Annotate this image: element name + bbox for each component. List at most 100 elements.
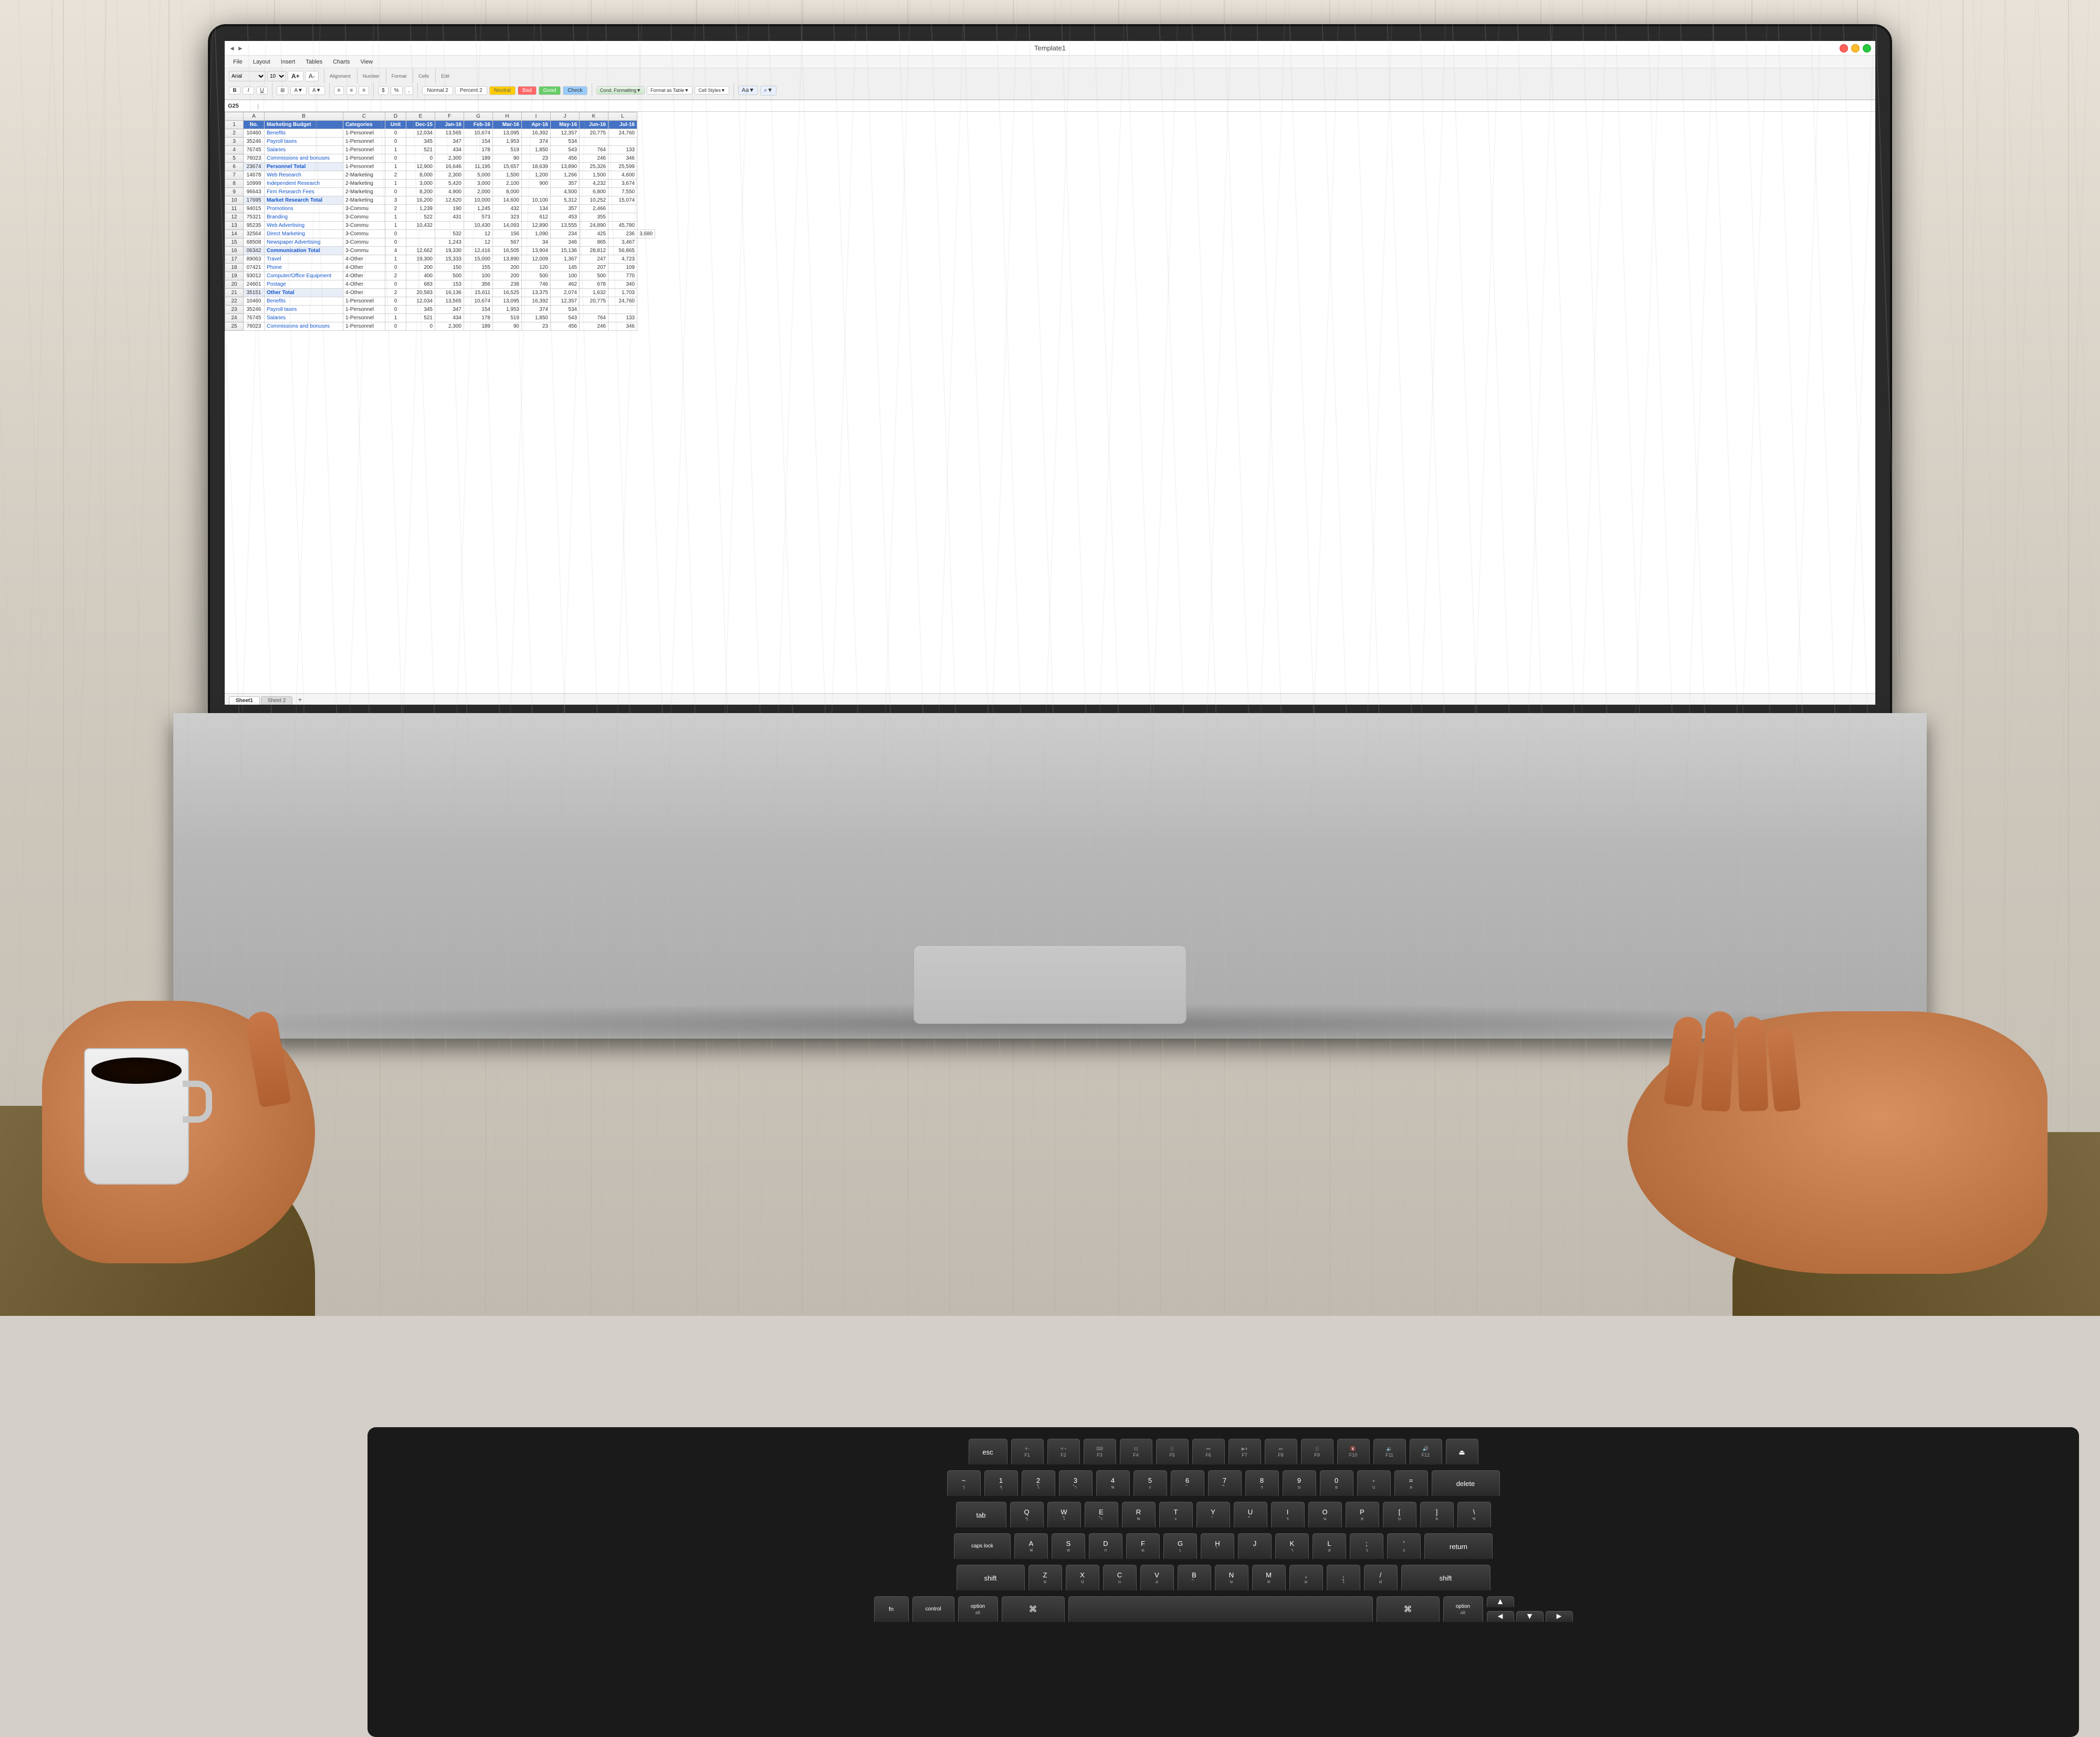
key-x[interactable]: Xป [1066,1565,1099,1592]
row-6-num: 6 [225,163,244,171]
key-g[interactable]: Gเ [1163,1533,1197,1561]
col-j-header: J [551,112,580,121]
col-d-header: D [385,112,406,121]
key-v[interactable]: Vอ [1140,1565,1174,1592]
key-cmd-right[interactable]: ⌘ [1377,1596,1440,1624]
zxcv-row: shift Zผ Xป Cแ Vอ Bิ Nษ Mท ,ม .ใ /ฝ shif… [382,1565,2064,1592]
key-slash[interactable]: /ฝ [1364,1565,1398,1592]
key-f6[interactable]: ⏮F6 [1192,1439,1225,1466]
key-fn[interactable]: fn [874,1596,909,1624]
key-j[interactable]: J่ [1238,1533,1272,1561]
key-period[interactable]: .ใ [1327,1565,1360,1592]
key-f1[interactable]: ☀-F1 [1011,1439,1044,1466]
key-l[interactable]: Lส [1312,1533,1346,1561]
key-down[interactable]: ▼ [1516,1611,1544,1624]
key-cmd-left[interactable]: ⌘ [1002,1596,1065,1624]
key-w[interactable]: Wไ [1047,1502,1081,1529]
key-return[interactable]: return [1424,1533,1493,1561]
key-esc[interactable]: esc [969,1439,1007,1466]
key-f9[interactable]: ⟩⟩F9 [1301,1439,1334,1466]
key-right[interactable]: ► [1546,1611,1573,1624]
key-5[interactable]: 5ะ [1133,1470,1167,1498]
key-option-right[interactable]: optionalt [1443,1596,1483,1624]
key-f5[interactable]: ⟨⟨F5 [1156,1439,1189,1466]
row-13-num: 13 [225,222,244,230]
key-4[interactable]: 4พ [1096,1470,1130,1498]
col-c-header: C [343,112,385,121]
key-8[interactable]: 8ร [1245,1470,1279,1498]
fn-key-row: esc ☀-F1 ☀+F2 ⌨F3 ⊟F4 ⟨⟨F5 ⏮F6 ▶⏸F7 ⏭F8 … [382,1439,2064,1466]
key-f[interactable]: Fด [1126,1533,1160,1561]
key-comma[interactable]: ,ม [1289,1565,1323,1592]
wood-grain-overlay [0,0,2100,1316]
key-2[interactable]: 2ไ [1022,1470,1055,1498]
key-3[interactable]: 3ำ [1059,1470,1093,1498]
key-1[interactable]: 1ๆ [984,1470,1018,1498]
row-4-num: 4 [225,146,244,154]
key-minus[interactable]: -บ [1357,1470,1391,1498]
key-r[interactable]: Rพ [1122,1502,1156,1529]
key-6[interactable]: 6ั [1171,1470,1204,1498]
key-shift-right[interactable]: shift [1401,1565,1490,1592]
key-space[interactable] [1068,1596,1373,1624]
key-9[interactable]: 9น [1283,1470,1316,1498]
key-f4[interactable]: ⊟F4 [1120,1439,1152,1466]
col-a-header: A [244,112,265,121]
key-capslock[interactable]: caps lock [954,1533,1011,1561]
key-d[interactable]: Dก [1089,1533,1122,1561]
key-shift-left[interactable]: shift [957,1565,1025,1592]
row-19-num: 19 [225,272,244,280]
key-y[interactable]: Yั [1196,1502,1230,1529]
key-up[interactable]: ▲ [1487,1596,1514,1609]
key-u[interactable]: Uี [1234,1502,1267,1529]
key-f2[interactable]: ☀+F2 [1047,1439,1080,1466]
key-p[interactable]: Pย [1346,1502,1379,1529]
key-h[interactable]: H้ [1201,1533,1234,1561]
key-f11[interactable]: 🔉F11 [1373,1439,1406,1466]
key-f10[interactable]: 🔇F10 [1337,1439,1370,1466]
asdf-row: caps lock Aฟ Sห Dก Fด Gเ H้ J่ Kา Lส ;ว … [382,1533,2064,1561]
key-equals[interactable]: =ล [1394,1470,1428,1498]
key-control[interactable]: control [912,1596,954,1624]
key-c[interactable]: Cแ [1103,1565,1137,1592]
key-f3[interactable]: ⌨F3 [1084,1439,1116,1466]
key-n[interactable]: Nษ [1215,1565,1248,1592]
key-e[interactable]: Eำ [1085,1502,1118,1529]
arrow-lr-keys: ◄ ▼ ► [1487,1611,1573,1624]
key-t[interactable]: Tะ [1159,1502,1193,1529]
key-7[interactable]: 7ี [1208,1470,1242,1498]
arrow-keys: ▲ ◄ ▼ ► [1487,1596,1573,1624]
row-14-num: 14 [225,230,244,238]
key-f12[interactable]: 🔊F12 [1410,1439,1442,1466]
key-lbracket[interactable]: [บ [1383,1502,1416,1529]
row-9-num: 9 [225,188,244,196]
key-s[interactable]: Sห [1052,1533,1085,1561]
keyboard: esc ☀-F1 ☀+F2 ⌨F3 ⊟F4 ⟨⟨F5 ⏮F6 ▶⏸F7 ⏭F8 … [368,1427,2079,1737]
key-b[interactable]: Bิ [1178,1565,1211,1592]
key-m[interactable]: Mท [1252,1565,1286,1592]
key-left[interactable]: ◄ [1487,1611,1514,1624]
key-0[interactable]: 0ย [1320,1470,1353,1498]
key-i[interactable]: Iร [1271,1502,1305,1529]
key-tilde[interactable]: ~ๅ [947,1470,981,1498]
key-eject[interactable]: ⏏ [1446,1439,1478,1466]
key-a[interactable]: Aฟ [1014,1533,1048,1561]
row-5-num: 5 [225,154,244,163]
key-o[interactable]: Oน [1308,1502,1342,1529]
row-3-num: 3 [225,138,244,146]
key-f7[interactable]: ▶⏸F7 [1228,1439,1261,1466]
key-rbracket[interactable]: ]ล [1420,1502,1454,1529]
key-tab[interactable]: tab [956,1502,1006,1529]
key-z[interactable]: Zผ [1028,1565,1062,1592]
key-delete[interactable]: delete [1432,1470,1500,1498]
trackpad[interactable] [914,945,1186,1024]
key-semicolon[interactable]: ;ว [1350,1533,1383,1561]
key-q[interactable]: Qๆ [1010,1502,1044,1529]
col-k-header: K [580,112,608,121]
key-quote[interactable]: 'ง [1387,1533,1421,1561]
key-f8[interactable]: ⏭F8 [1265,1439,1297,1466]
key-option-left[interactable]: optionalt [958,1596,998,1624]
key-backslash[interactable]: \ฃ [1457,1502,1491,1529]
key-k[interactable]: Kา [1275,1533,1309,1561]
row-17-num: 17 [225,255,244,264]
